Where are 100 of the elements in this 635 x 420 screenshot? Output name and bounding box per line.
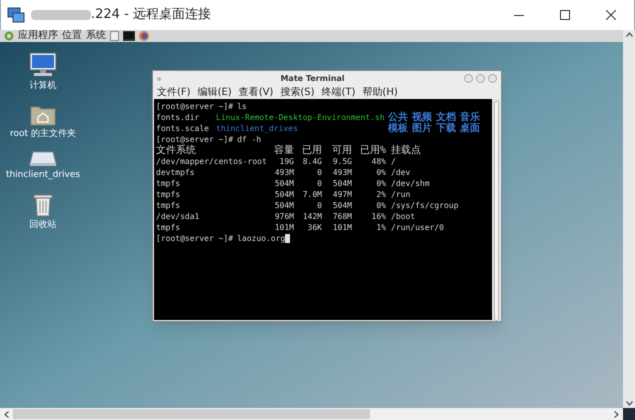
table-cell-text: 7.0M bbox=[302, 189, 322, 200]
terminal-title: Mate Terminal bbox=[279, 72, 346, 84]
scrollbar[interactable] bbox=[492, 99, 500, 320]
minimize-button[interactable] bbox=[464, 74, 473, 83]
vertical-scrollbar[interactable] bbox=[623, 30, 635, 408]
drive-icon bbox=[29, 151, 57, 167]
text-editor-icon bbox=[110, 31, 119, 41]
table-cell-text: 504M bbox=[274, 200, 294, 211]
desktop-icon-label[interactable]: thinclient_drives bbox=[6, 169, 80, 182]
table-cell-text: /dev/shm bbox=[390, 178, 430, 189]
table-cell-text: /run bbox=[390, 189, 410, 200]
table-cell-text: /boot bbox=[390, 211, 416, 222]
close-icon bbox=[606, 10, 616, 20]
table-cell-text: tmpfs bbox=[156, 178, 182, 189]
redacted-block bbox=[31, 10, 91, 20]
browser-icon bbox=[139, 31, 149, 41]
menu-item[interactable]: 终端(T) bbox=[322, 86, 356, 98]
desktop-icon-label[interactable]: root 的主文件夹 bbox=[10, 128, 76, 141]
table-cell-text: 0% bbox=[375, 200, 386, 211]
file-name: fonts.dir bbox=[156, 112, 200, 123]
terminal-cursor bbox=[285, 234, 290, 243]
menu-item[interactable]: 搜索(S) bbox=[280, 86, 314, 98]
terminal-prompt: [root@server ~]# bbox=[156, 101, 234, 112]
file-name: fonts.scale bbox=[156, 123, 210, 134]
terminal-command: df -h bbox=[237, 134, 262, 145]
table-cell-text: tmpfs bbox=[156, 222, 182, 233]
table-cell-text: tmpfs bbox=[156, 200, 182, 211]
file-name: 文档 bbox=[436, 112, 457, 123]
table-cell-text: devtmpfs bbox=[156, 167, 196, 178]
file-name: 视频 bbox=[412, 112, 433, 123]
file-name: 桌面 bbox=[460, 123, 481, 134]
column-header: 已用 bbox=[301, 145, 322, 156]
maximize-icon bbox=[560, 10, 570, 20]
minimize-icon bbox=[514, 14, 524, 16]
column-header: 已用% bbox=[358, 145, 386, 156]
table-cell-text: /dev/sda1 bbox=[156, 211, 200, 222]
remote-desktop-icon bbox=[7, 7, 25, 23]
table-cell-text: 493M bbox=[332, 167, 352, 178]
table-cell-text: 142M bbox=[302, 211, 322, 222]
table-cell-text: 504M bbox=[274, 189, 294, 200]
file-name: 音乐 bbox=[460, 112, 481, 123]
scrollbar-thumb[interactable] bbox=[13, 409, 370, 419]
table-cell-text: 8.4G bbox=[302, 156, 322, 167]
desktop-icon-label[interactable]: 计算机 bbox=[30, 80, 56, 94]
table-cell-text: 0 bbox=[316, 200, 322, 211]
desktop-icon-label[interactable]: 回收站 bbox=[30, 218, 56, 232]
file-name: Linux-Remote-Desktop-Environment.sh bbox=[216, 112, 386, 123]
table-cell-text: 497M bbox=[332, 189, 352, 200]
window-title: .224 - 远程桌面连接 bbox=[91, 6, 211, 24]
home-folder-icon bbox=[30, 104, 56, 126]
file-name: 模板 bbox=[388, 123, 409, 134]
menu-item[interactable]: 帮助(H) bbox=[362, 86, 398, 98]
table-cell-text: / bbox=[390, 156, 396, 167]
table-cell-text: 16% bbox=[370, 211, 386, 222]
table-cell-text: 9.5G bbox=[332, 156, 352, 167]
menu-item[interactable]: 查看(V) bbox=[238, 86, 274, 98]
table-cell-text: 0 bbox=[316, 167, 322, 178]
panel-menu[interactable]: 系统 bbox=[86, 30, 106, 42]
table-cell-text: 504M bbox=[332, 200, 352, 211]
panel-menu[interactable]: 应用程序 bbox=[18, 30, 58, 42]
table-cell-text: 0% bbox=[375, 167, 386, 178]
table-cell-text: 101M bbox=[274, 222, 294, 233]
column-header: 挂载点 bbox=[390, 145, 421, 156]
file-name: 公共 bbox=[388, 112, 409, 123]
horizontal-scrollbar[interactable] bbox=[0, 408, 623, 420]
table-cell-text: 1% bbox=[375, 222, 386, 233]
table-cell-text: 19G bbox=[278, 156, 294, 167]
table-cell-text: 768M bbox=[332, 211, 352, 222]
table-cell-text: tmpfs bbox=[156, 189, 182, 200]
column-header: 容量 bbox=[273, 145, 294, 156]
menu-item[interactable]: 文件(F) bbox=[157, 86, 191, 98]
table-cell-text: 0% bbox=[375, 178, 386, 189]
table-cell-text: 976M bbox=[274, 211, 294, 222]
table-cell: /dev/mapper/centos-root bbox=[156, 156, 268, 167]
terminal-command: ls bbox=[237, 101, 247, 112]
table-cell-text: 48% bbox=[370, 156, 386, 167]
column-header: 文件系统 bbox=[156, 145, 197, 156]
trash-icon bbox=[33, 192, 53, 216]
file-name: 图片 bbox=[412, 123, 433, 134]
table-cell-text: 493M bbox=[274, 167, 294, 178]
window-menu-icon[interactable] bbox=[157, 76, 161, 80]
table-cell-text: 2% bbox=[375, 189, 386, 200]
table-cell-text: 0 bbox=[316, 178, 322, 189]
monitor-icon bbox=[29, 52, 57, 78]
terminal-prompt: [root@server ~]# bbox=[156, 233, 234, 244]
table-cell-text: 101M bbox=[332, 222, 352, 233]
table-cell-text: 504M bbox=[274, 178, 294, 189]
column-header: 可用 bbox=[331, 145, 352, 156]
table-cell-text: /dev bbox=[390, 167, 410, 178]
table-cell-text: 36K bbox=[306, 222, 322, 233]
file-name: thinclient_drives bbox=[216, 123, 299, 134]
menu-item[interactable]: 编辑(E) bbox=[198, 86, 232, 98]
table-cell-text: /sys/fs/cgroup bbox=[390, 200, 458, 211]
table-cell-text: /run/user/0 bbox=[390, 222, 444, 233]
panel-menu[interactable]: 位置 bbox=[62, 30, 82, 42]
terminal-icon bbox=[123, 31, 135, 41]
terminal-command: laozuo.org bbox=[237, 233, 286, 244]
terminal-prompt: [root@server ~]# bbox=[156, 134, 234, 144]
table-cell-text: 504M bbox=[332, 178, 352, 189]
file-name: 下载 bbox=[436, 123, 457, 134]
